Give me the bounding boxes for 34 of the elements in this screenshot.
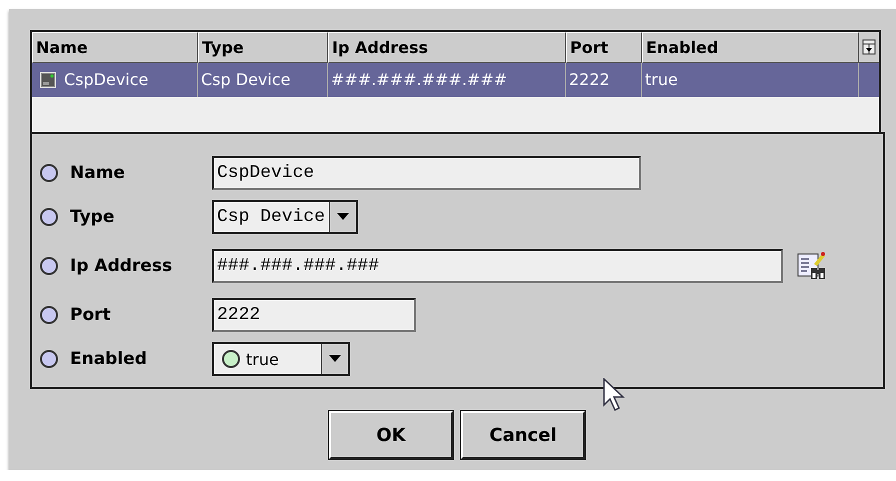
radio-button[interactable] [40,306,58,324]
table-cell-text: ###.###.###.### [331,69,508,91]
column-header[interactable]: Port [566,32,642,63]
status-icon [222,350,240,368]
input-field[interactable]: 2222 [212,298,416,332]
radio-button[interactable] [40,350,58,368]
radio-button[interactable] [40,208,58,226]
radio-button[interactable] [40,257,58,275]
column-header[interactable]: Type [198,32,328,63]
table-cell-text: true [645,69,678,91]
binoculars-icon[interactable] [797,251,827,281]
field-label: Name [70,163,126,183]
device-icon [40,72,56,88]
table-row[interactable]: CspDevice Csp Device ###.###.###.### 2222 true [32,63,879,97]
radio-button[interactable] [40,164,58,182]
input-field[interactable]: ###.###.###.### [212,249,783,283]
column-chooser-icon [862,39,876,55]
table-cell-text: Csp Device [201,69,290,91]
dropdown[interactable]: Csp Device [212,200,358,234]
field-label: Type [70,207,116,227]
dropdown[interactable]: true [212,342,350,376]
caret-icon [330,202,356,232]
field-label: Port [70,305,112,325]
column-header[interactable]: Name [32,32,198,63]
column-header[interactable]: Enabled [642,32,859,63]
input-field[interactable]: CspDevice [212,156,641,190]
table-cell-text: CspDevice [64,69,148,91]
caret-icon [322,344,348,374]
field-label: Ip Address [70,256,174,276]
ok-button[interactable]: OK [329,411,453,459]
field-label: Enabled [70,349,148,369]
column-header[interactable]: Ip Address [328,32,566,63]
table-cell-text: 2222 [569,69,610,91]
cancel-button[interactable]: Cancel [461,411,585,459]
